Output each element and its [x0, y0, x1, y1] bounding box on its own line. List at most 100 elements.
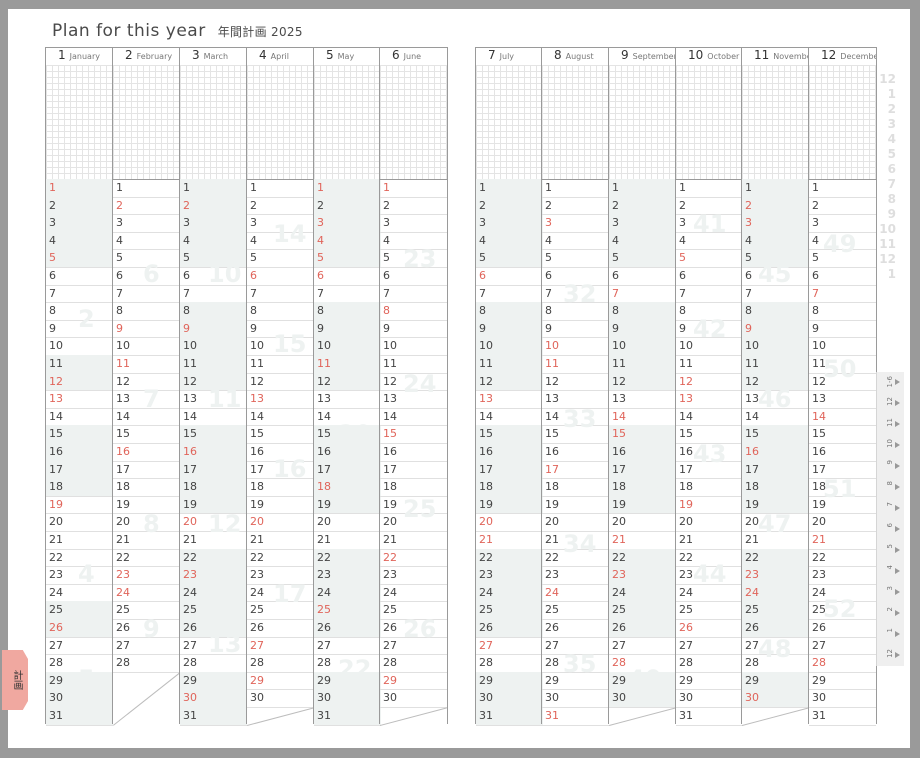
day-cell[interactable]: 2	[180, 196, 247, 216]
day-cell[interactable]: 2	[476, 196, 543, 216]
day-cell[interactable]: 24	[676, 584, 743, 603]
day-cell[interactable]: 10	[676, 337, 743, 356]
day-cell[interactable]: 30	[609, 689, 676, 708]
day-cell[interactable]: 4	[542, 232, 609, 251]
day-cell[interactable]: 4	[676, 232, 743, 251]
month-tab[interactable]: 9	[876, 456, 904, 477]
day-cell[interactable]: 21	[742, 531, 809, 550]
day-cell[interactable]: 17	[809, 461, 876, 480]
planning-grid[interactable]	[809, 65, 876, 180]
day-cell[interactable]: 18	[742, 478, 809, 497]
day-cell[interactable]: 26	[476, 619, 543, 638]
day-cell[interactable]: 11	[609, 355, 676, 374]
day-cell[interactable]: 19	[314, 495, 381, 515]
day-cell[interactable]: 18	[46, 478, 113, 497]
day-cell[interactable]: 2	[46, 196, 113, 216]
day-cell[interactable]: 9	[380, 320, 447, 339]
day-cell[interactable]: 24	[113, 584, 180, 603]
day-cell[interactable]: 21	[809, 531, 876, 550]
day-cell[interactable]: 4	[809, 232, 876, 251]
day-cell[interactable]: 9	[742, 319, 809, 339]
day-cell[interactable]: 31	[180, 707, 247, 726]
day-cell[interactable]: 12	[380, 373, 447, 392]
day-cell[interactable]: 15	[314, 425, 381, 444]
day-cell[interactable]: 27	[46, 637, 113, 656]
day-cell[interactable]: 15	[742, 425, 809, 444]
day-cell[interactable]: 11	[314, 355, 381, 374]
day-cell[interactable]: 19	[742, 495, 809, 515]
day-cell[interactable]: 1	[314, 179, 381, 198]
day-cell[interactable]: 28	[742, 654, 809, 673]
day-cell[interactable]: 7	[609, 285, 676, 304]
day-cell[interactable]: 30	[380, 689, 447, 708]
day-cell[interactable]: 25	[180, 601, 247, 620]
day-cell[interactable]: 6	[742, 267, 809, 286]
day-cell[interactable]: 21	[247, 531, 314, 550]
day-cell[interactable]: 6	[809, 267, 876, 286]
day-cell[interactable]: 21	[476, 531, 543, 550]
day-cell[interactable]: 23	[476, 566, 543, 585]
day-cell[interactable]: 3	[742, 214, 809, 233]
day-cell[interactable]: 1	[46, 179, 113, 198]
day-cell[interactable]: 31	[314, 707, 381, 726]
day-cell[interactable]: 7	[380, 285, 447, 304]
day-cell[interactable]: 13	[113, 390, 180, 409]
day-cell[interactable]: 11	[809, 355, 876, 374]
day-cell[interactable]: 14	[180, 408, 247, 427]
day-cell[interactable]: 11	[113, 355, 180, 374]
day-cell[interactable]: 29	[476, 671, 543, 691]
day-cell[interactable]: 5	[46, 249, 113, 268]
day-cell[interactable]: 18	[380, 478, 447, 497]
day-cell[interactable]: 7	[542, 285, 609, 304]
day-cell[interactable]: 4	[247, 232, 314, 251]
day-cell[interactable]: 28	[314, 654, 381, 673]
day-cell[interactable]: 25	[380, 601, 447, 620]
day-cell[interactable]: 7	[809, 285, 876, 304]
day-cell[interactable]: 10	[609, 337, 676, 356]
day-cell[interactable]: 25	[809, 601, 876, 620]
day-cell[interactable]: 16	[380, 443, 447, 462]
day-cell[interactable]: 1	[113, 179, 180, 198]
day-cell[interactable]: 30	[742, 689, 809, 708]
day-cell[interactable]: 9	[676, 320, 743, 339]
day-cell[interactable]: 7	[46, 285, 113, 304]
day-cell[interactable]: 21	[676, 531, 743, 550]
day-cell[interactable]: 20	[542, 513, 609, 532]
day-cell[interactable]: 30	[46, 689, 113, 708]
day-cell[interactable]: 11	[476, 355, 543, 374]
day-cell[interactable]: 24	[742, 583, 809, 603]
day-cell[interactable]: 17	[380, 461, 447, 480]
day-cell[interactable]: 26	[676, 619, 743, 638]
day-cell[interactable]: 18	[609, 478, 676, 497]
day-cell[interactable]: 24	[314, 583, 381, 603]
day-cell[interactable]: 7	[247, 285, 314, 304]
day-cell[interactable]: 21	[180, 531, 247, 550]
day-cell[interactable]: 24	[247, 584, 314, 603]
day-cell[interactable]: 22	[676, 549, 743, 568]
day-cell[interactable]: 3	[314, 214, 381, 233]
day-cell[interactable]: 7	[113, 285, 180, 304]
day-cell[interactable]: 23	[113, 566, 180, 585]
day-cell[interactable]: 26	[809, 619, 876, 638]
day-cell[interactable]: 20	[476, 513, 543, 532]
day-cell[interactable]: 30	[314, 689, 381, 708]
day-cell[interactable]: 18	[180, 478, 247, 497]
day-cell[interactable]: 30	[542, 689, 609, 708]
day-cell[interactable]: 9	[476, 319, 543, 339]
day-cell[interactable]: 8	[476, 302, 543, 321]
day-cell[interactable]: 12	[609, 372, 676, 392]
month-tab[interactable]: 2	[876, 603, 904, 624]
day-cell[interactable]: 24	[542, 584, 609, 603]
planning-grid[interactable]	[380, 65, 447, 180]
day-cell[interactable]: 6	[542, 267, 609, 286]
month-tab[interactable]: 6	[876, 519, 904, 540]
day-cell[interactable]: 29	[380, 672, 447, 691]
day-cell[interactable]: 9	[113, 320, 180, 339]
day-cell[interactable]: 8	[676, 302, 743, 321]
day-cell[interactable]: 10	[476, 337, 543, 356]
day-cell[interactable]: 12	[676, 373, 743, 392]
day-cell[interactable]: 25	[542, 601, 609, 620]
day-cell[interactable]: 16	[180, 443, 247, 462]
day-cell[interactable]: 14	[314, 408, 381, 427]
day-cell[interactable]: 8	[113, 302, 180, 321]
